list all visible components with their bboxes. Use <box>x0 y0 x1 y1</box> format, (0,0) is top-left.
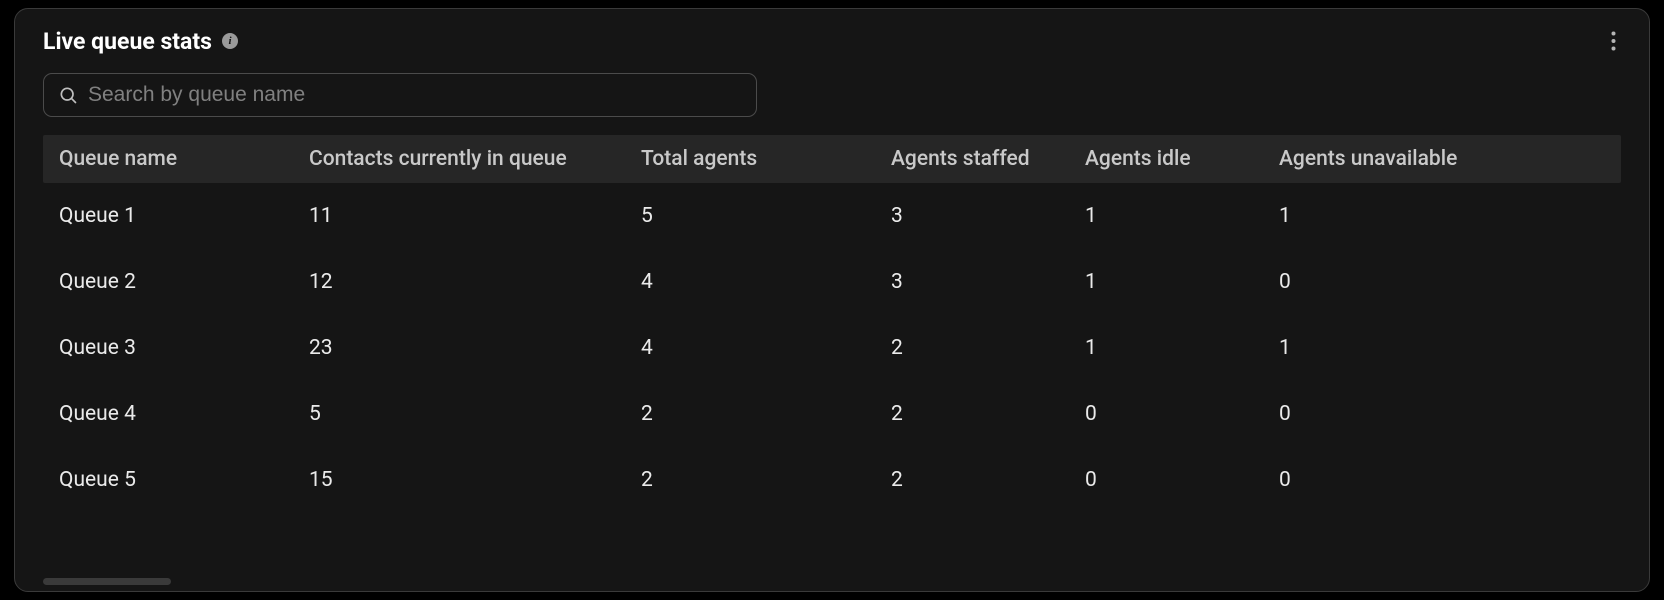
cell-agents-idle: 0 <box>1069 468 1263 492</box>
panel-title: Live queue stats <box>43 28 212 55</box>
table-header-row: Queue name Contacts currently in queue T… <box>43 135 1621 183</box>
cell-contacts-in-queue: 5 <box>293 402 625 426</box>
cell-contacts-in-queue: 11 <box>293 204 625 228</box>
col-header-agents-staffed[interactable]: Agents staffed <box>875 147 1069 171</box>
cell-agents-idle: 0 <box>1069 402 1263 426</box>
col-header-queue-name[interactable]: Queue name <box>43 147 293 171</box>
search-input[interactable] <box>88 83 742 107</box>
cell-total-agents: 5 <box>625 204 875 228</box>
cell-agents-staffed: 3 <box>875 270 1069 294</box>
cell-total-agents: 4 <box>625 270 875 294</box>
live-queue-stats-panel: Live queue stats i Queue name Contacts c… <box>14 8 1650 592</box>
cell-queue-name: Queue 5 <box>43 468 293 492</box>
table-row[interactable]: Queue 1 11 5 3 1 1 <box>43 183 1621 249</box>
cell-queue-name: Queue 1 <box>43 204 293 228</box>
cell-agents-unavailable: 0 <box>1263 468 1503 492</box>
table-row[interactable]: Queue 4 5 2 2 0 0 <box>43 381 1621 447</box>
cell-agents-idle: 1 <box>1069 336 1263 360</box>
col-header-total-agents[interactable]: Total agents <box>625 147 875 171</box>
horizontal-scrollbar[interactable] <box>43 578 171 585</box>
cell-total-agents: 2 <box>625 468 875 492</box>
more-options-button[interactable] <box>1599 27 1627 55</box>
cell-total-agents: 2 <box>625 402 875 426</box>
cell-agents-staffed: 2 <box>875 468 1069 492</box>
cell-contacts-in-queue: 23 <box>293 336 625 360</box>
cell-agents-unavailable: 1 <box>1263 336 1503 360</box>
search-icon <box>58 85 78 105</box>
table-row[interactable]: Queue 3 23 4 2 1 1 <box>43 315 1621 381</box>
panel-header: Live queue stats i <box>15 27 1649 55</box>
vertical-dots-icon <box>1611 31 1616 51</box>
title-group: Live queue stats i <box>43 28 238 55</box>
table-row[interactable]: Queue 2 12 4 3 1 0 <box>43 249 1621 315</box>
cell-contacts-in-queue: 12 <box>293 270 625 294</box>
search-wrap <box>15 55 1649 135</box>
search-box[interactable] <box>43 73 757 117</box>
col-header-agents-idle[interactable]: Agents idle <box>1069 147 1263 171</box>
cell-agents-staffed: 2 <box>875 402 1069 426</box>
cell-agents-idle: 1 <box>1069 270 1263 294</box>
info-icon[interactable]: i <box>222 33 238 49</box>
cell-total-agents: 4 <box>625 336 875 360</box>
cell-agents-staffed: 2 <box>875 336 1069 360</box>
cell-agents-unavailable: 0 <box>1263 402 1503 426</box>
table-row[interactable]: Queue 5 15 2 2 0 0 <box>43 447 1621 513</box>
table-body: Queue 1 11 5 3 1 1 Queue 2 12 4 3 1 0 Qu… <box>43 183 1621 513</box>
queue-table: Queue name Contacts currently in queue T… <box>15 135 1649 513</box>
cell-queue-name: Queue 4 <box>43 402 293 426</box>
cell-contacts-in-queue: 15 <box>293 468 625 492</box>
col-header-contacts-in-queue[interactable]: Contacts currently in queue <box>293 147 625 171</box>
cell-agents-idle: 1 <box>1069 204 1263 228</box>
cell-agents-unavailable: 1 <box>1263 204 1503 228</box>
cell-agents-staffed: 3 <box>875 204 1069 228</box>
cell-queue-name: Queue 2 <box>43 270 293 294</box>
cell-queue-name: Queue 3 <box>43 336 293 360</box>
cell-agents-unavailable: 0 <box>1263 270 1503 294</box>
col-header-agents-unavailable[interactable]: Agents unavailable <box>1263 147 1503 171</box>
